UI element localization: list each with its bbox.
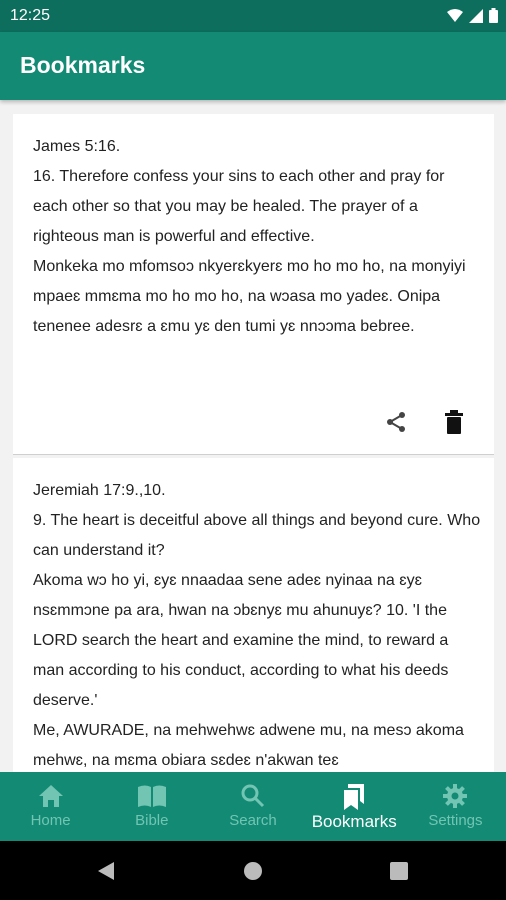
nav-search[interactable]: Search xyxy=(202,772,303,841)
nav-settings[interactable]: Settings xyxy=(405,772,506,841)
bookmark-actions xyxy=(382,408,468,436)
battery-icon xyxy=(489,8,498,23)
system-navigation-bar xyxy=(0,841,506,900)
nav-home[interactable]: Home xyxy=(0,772,101,841)
delete-icon[interactable] xyxy=(440,408,468,436)
nav-search-label: Search xyxy=(229,812,277,829)
bookmarks-icon xyxy=(344,784,365,810)
gear-icon xyxy=(443,784,468,808)
nav-bible[interactable]: Bible xyxy=(101,772,202,841)
bookmark-text: Jeremiah 17:9.,10. 9. The heart is decei… xyxy=(33,482,481,769)
bookmark-list[interactable]: James 5:16. 16. Therefore confess your s… xyxy=(0,100,506,772)
status-bar: 12:25 xyxy=(0,0,506,32)
nav-bookmarks-label: Bookmarks xyxy=(311,812,397,831)
book-open-icon xyxy=(137,785,166,807)
nav-bible-label: Bible xyxy=(135,812,169,829)
home-icon xyxy=(38,785,63,807)
signal-icon xyxy=(469,8,483,23)
app-bar: Bookmarks xyxy=(0,32,506,100)
back-icon[interactable] xyxy=(96,861,116,881)
bottom-navigation: Home Bible Search Bookmarks Settings xyxy=(0,772,506,841)
card-divider xyxy=(13,454,494,455)
search-icon xyxy=(241,784,265,808)
recents-icon[interactable] xyxy=(389,861,409,881)
page-title: Bookmarks xyxy=(20,52,146,78)
nav-home-label: Home xyxy=(30,812,71,829)
status-icons xyxy=(447,8,498,23)
share-icon[interactable] xyxy=(382,408,410,436)
status-time: 12:25 xyxy=(10,7,51,24)
nav-settings-label: Settings xyxy=(428,812,483,829)
bookmark-card: Jeremiah 17:9.,10. 9. The heart is decei… xyxy=(13,458,494,772)
bookmark-text: James 5:16. 16. Therefore confess your s… xyxy=(33,138,466,335)
bookmark-card: James 5:16. 16. Therefore confess your s… xyxy=(13,114,494,454)
home-circle-icon[interactable] xyxy=(243,861,263,881)
wifi-icon xyxy=(447,8,463,22)
nav-bookmarks[interactable]: Bookmarks xyxy=(304,772,405,841)
